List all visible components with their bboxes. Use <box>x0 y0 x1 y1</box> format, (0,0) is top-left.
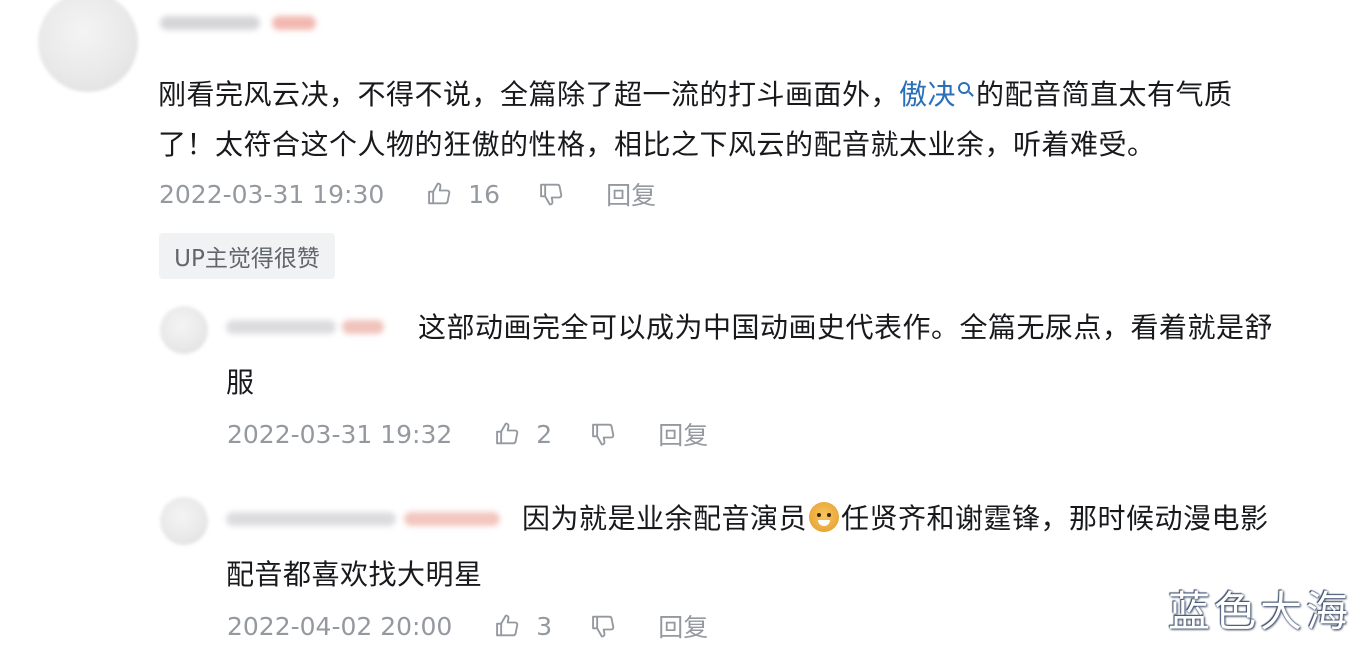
avatar[interactable] <box>38 0 138 92</box>
search-icon[interactable] <box>958 82 971 94</box>
thumbs-up-icon[interactable] <box>492 419 522 449</box>
comment-timestamp: 2022-03-31 19:30 <box>159 179 385 209</box>
username-blurred[interactable] <box>160 16 260 30</box>
comment-timestamp: 2022-04-02 20:00 <box>227 611 453 641</box>
comment-text-line1: 这部动画完全可以成为中国动画史代表作。全篇无尿点，看着就是舒 <box>418 311 1274 344</box>
thumbs-down-icon[interactable] <box>588 419 618 449</box>
like-count: 16 <box>468 179 501 209</box>
avatar[interactable] <box>160 306 208 354</box>
like-count: 2 <box>536 419 553 449</box>
user-level-badge-blurred <box>272 16 316 30</box>
up-liked-badge: UP主觉得很赞 <box>159 233 335 279</box>
watermark: 蓝色大海 <box>1167 587 1352 636</box>
comment-text-segment: 的配音简直太有气质 <box>976 78 1233 111</box>
thumbs-up-icon[interactable] <box>492 611 522 641</box>
reply-button[interactable]: 回复 <box>658 608 708 644</box>
username-blurred[interactable] <box>226 320 336 334</box>
comment-text-line1: 刚看完风云决，不得不说，全篇除了超一流的打斗画面外，傲决 的配音简直太有气质 <box>158 68 1233 122</box>
comment-text-line2: 服 <box>226 366 255 399</box>
comment-text-segment: 任贤齐和谢霆锋，那时候动漫电影 <box>841 502 1269 535</box>
thumbs-up-icon[interactable] <box>424 179 454 209</box>
comment-meta: 2022-03-31 19:32 2 回复 <box>227 414 708 454</box>
username-blurred[interactable] <box>226 512 396 526</box>
thumbs-down-icon[interactable] <box>588 611 618 641</box>
avatar[interactable] <box>160 497 208 545</box>
comment-text-line2: 配音都喜欢找大明星 <box>226 558 483 591</box>
thumbs-down-icon[interactable] <box>536 179 566 209</box>
like-count: 3 <box>536 611 553 641</box>
comment-text-line2: 了！太符合这个人物的狂傲的性格，相比之下风云的配音就太业余，听着难受。 <box>158 128 1156 161</box>
comment-timestamp: 2022-03-31 19:32 <box>227 419 453 449</box>
search-keyword-link[interactable]: 傲决 <box>899 78 956 111</box>
comment-meta: 2022-04-02 20:00 3 回复 <box>227 606 708 646</box>
comment-text-segment: 因为就是业余配音演员 <box>522 502 808 535</box>
user-level-badge-blurred <box>404 512 500 526</box>
comment-text-line1: 因为就是业余配音演员 任贤齐和谢霆锋，那时候动漫电影 <box>522 492 1269 546</box>
comment-meta: 2022-03-31 19:30 16 回复 <box>159 174 656 214</box>
dog-face-emoji-icon <box>809 502 840 532</box>
user-level-badge-blurred <box>342 320 384 334</box>
comment-text-segment: 刚看完风云决，不得不说，全篇除了超一流的打斗画面外， <box>158 78 900 111</box>
reply-button[interactable]: 回复 <box>606 176 656 212</box>
reply-button[interactable]: 回复 <box>658 416 708 452</box>
